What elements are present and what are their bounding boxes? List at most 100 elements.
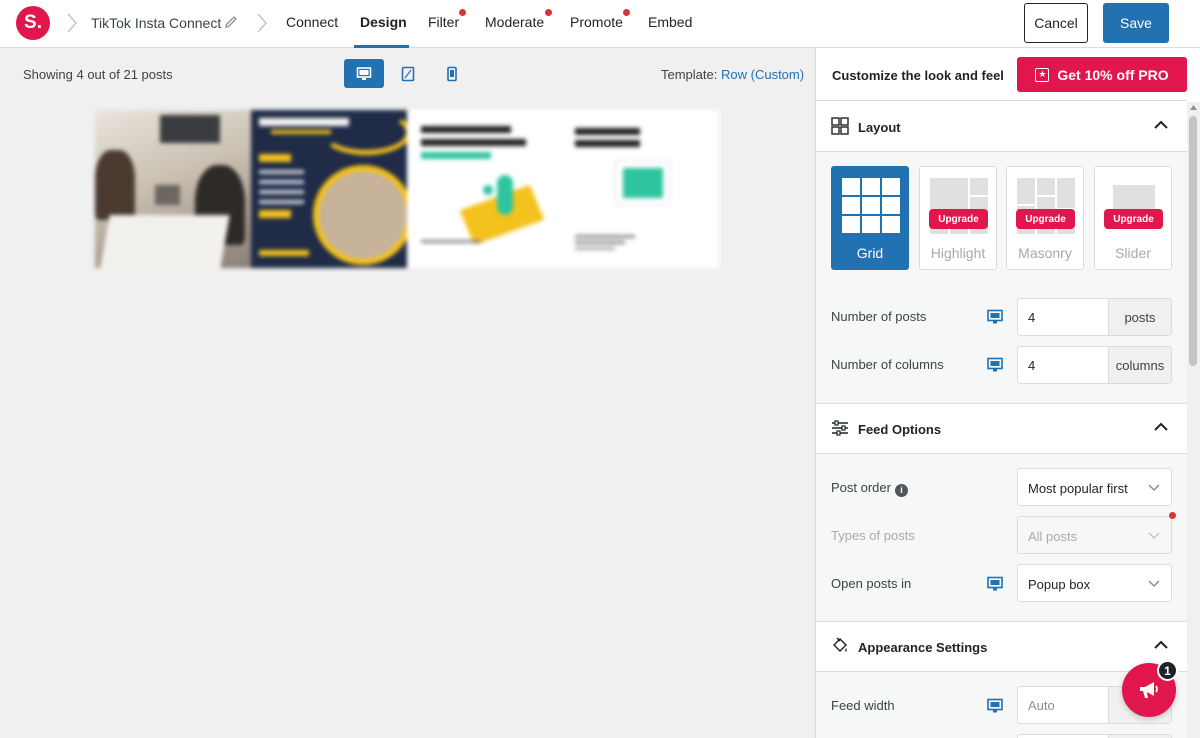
num-posts-value[interactable]: 4 [1018,299,1108,335]
types-of-posts-value: All posts [1028,529,1078,544]
feed-options-section-title: Feed Options [858,422,942,437]
open-posts-in-select[interactable]: Popup box [1017,564,1172,602]
scrollbar-thumb[interactable] [1189,116,1197,366]
chevron-down-icon [1148,580,1160,588]
tab-filter[interactable]: Filter [428,14,459,30]
star-icon: ★ [1035,67,1050,82]
template-label: Template: [661,67,718,82]
post-order-value: Most popular first [1028,481,1128,496]
get-pro-label: Get 10% off PRO [1057,66,1169,83]
notification-count-badge: 1 [1157,660,1178,681]
layout-section-body: Grid Upgrade Highlight Upgrade Masonry U… [816,152,1187,404]
tab-moderate-dot [545,9,552,16]
desktop-view-button[interactable] [344,59,384,88]
chevron-up-icon[interactable] [1154,422,1168,432]
tab-moderate[interactable]: Moderate [485,14,544,30]
tab-filter-dot [459,9,466,16]
layout-grid-icon [831,117,849,135]
post-order-label: Post order i [831,480,908,497]
tablet-view-button[interactable] [388,59,428,88]
edit-pencil-icon[interactable] [223,14,239,30]
layout-section-title: Layout [858,120,901,135]
feed-width-label: Feed width [831,698,895,713]
layout-section-header[interactable]: Layout [816,102,1187,152]
tab-promote[interactable]: Promote [570,14,623,30]
desktop-icon[interactable] [987,309,1003,325]
customize-sidebar: Customize the look and feel ★ Get 10% of… [815,48,1200,738]
sliders-icon [832,420,848,436]
feed-post[interactable] [407,110,563,268]
desktop-icon[interactable] [987,698,1003,714]
tab-design[interactable]: Design [360,14,407,30]
open-posts-in-value: Popup box [1028,577,1091,592]
appearance-section-header[interactable]: Appearance Settings [816,622,1187,672]
feed-width-value[interactable]: Auto [1018,687,1108,723]
megaphone-icon [1140,682,1158,698]
sidebar-scrollbar[interactable] [1187,102,1200,738]
breadcrumb-chevron-icon [67,13,78,33]
get-pro-button[interactable]: ★ Get 10% off PRO [1017,57,1187,92]
upgrade-badge[interactable]: Upgrade [1104,209,1163,229]
layout-option-slider[interactable]: Upgrade Slider [1094,166,1172,270]
num-columns-label: Number of columns [831,357,944,372]
breadcrumb-chevron-icon [257,13,268,33]
post-order-label-text: Post order [831,480,891,495]
chevron-down-icon [1148,484,1160,492]
feed-preview [95,110,719,268]
info-icon[interactable]: i [894,483,908,497]
paint-bucket-icon [833,637,847,652]
upgrade-badge[interactable]: Upgrade [929,209,988,229]
layout-option-grid[interactable]: Grid [831,166,909,270]
num-posts-label: Number of posts [831,309,927,324]
num-columns-unit: columns [1108,347,1171,383]
post-order-select[interactable]: Most popular first [1017,468,1172,506]
layout-option-label: Masonry [1018,245,1072,261]
cancel-button[interactable]: Cancel [1024,3,1088,43]
feed-options-section-header[interactable]: Feed Options [816,404,1187,454]
pro-indicator-dot [1169,512,1176,519]
tablet-icon [401,66,415,81]
chevron-down-icon [1148,532,1160,540]
tab-connect[interactable]: Connect [286,14,338,30]
sidebar-header-title: Customize the look and feel [832,68,1004,83]
layout-option-masonry[interactable]: Upgrade Masonry [1006,166,1084,270]
appearance-section-title: Appearance Settings [858,640,988,655]
desktop-icon[interactable] [987,357,1003,373]
save-button[interactable]: Save [1103,3,1169,43]
sidebar-header: Customize the look and feel ★ Get 10% of… [816,48,1187,101]
num-columns-input[interactable]: 4 columns [1017,346,1172,384]
phone-view-button[interactable] [432,59,472,88]
next-setting-input[interactable] [1017,734,1172,738]
feed-post[interactable] [95,110,251,268]
posts-count-text: Showing 4 out of 21 posts [23,67,173,82]
open-posts-in-label: Open posts in [831,576,912,591]
types-of-posts-label: Types of posts [831,528,915,543]
template-link[interactable]: Row (Custom) [721,67,804,82]
layout-option-highlight[interactable]: Upgrade Highlight [919,166,997,270]
grid-layout-icon [842,178,900,233]
scroll-up-arrow-icon[interactable] [1190,105,1197,110]
feed-post[interactable] [563,110,719,268]
desktop-icon[interactable] [987,576,1003,592]
num-columns-value[interactable]: 4 [1018,347,1108,383]
tab-embed[interactable]: Embed [648,14,692,30]
num-posts-unit: posts [1108,299,1171,335]
feed-name: TikTok Insta Connect [91,15,222,31]
layout-option-label: Grid [856,245,884,261]
template-info: Template: Row (Custom) [661,67,804,82]
num-posts-input[interactable]: 4 posts [1017,298,1172,336]
chevron-up-icon[interactable] [1154,120,1168,130]
desktop-icon [356,66,372,80]
upgrade-badge[interactable]: Upgrade [1016,209,1075,229]
layout-option-label: Slider [1115,245,1151,261]
feed-post[interactable] [251,110,407,268]
feed-options-section-body: Post order i Most popular first Types of … [816,454,1187,622]
layout-option-label: Highlight [930,245,986,261]
top-bar: S. TikTok Insta Connect Connect Design F… [0,0,1200,48]
types-of-posts-select[interactable]: All posts [1017,516,1172,554]
active-tab-underline [354,45,409,48]
tab-promote-dot [623,9,630,16]
phone-icon [447,66,457,81]
app-logo[interactable]: S. [16,6,50,40]
chevron-up-icon[interactable] [1154,640,1168,650]
